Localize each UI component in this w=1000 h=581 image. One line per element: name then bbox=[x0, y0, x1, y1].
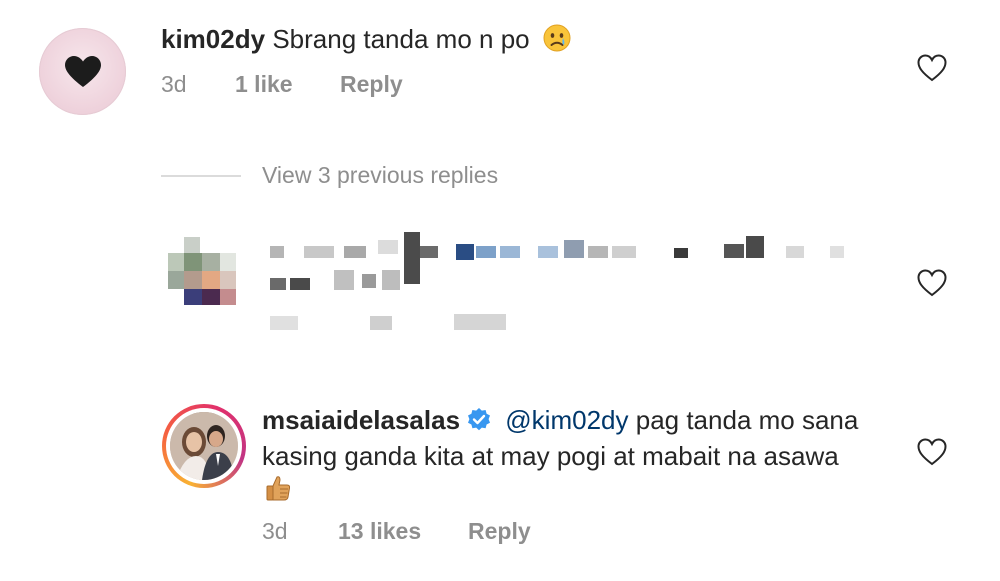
heart-outline-icon[interactable] bbox=[917, 438, 947, 471]
comment-likes[interactable]: 1 like bbox=[235, 71, 293, 98]
comment-username[interactable]: kim02dy bbox=[161, 24, 265, 54]
reply-time: 3d bbox=[262, 518, 288, 544]
comment-time: 3d bbox=[161, 71, 187, 97]
reply-username[interactable]: msaiaidelasalas bbox=[262, 405, 460, 435]
reply-line-1: msaiaidelasalas @kim02dy pag tanda mo sa… bbox=[262, 405, 858, 440]
heart-outline-icon[interactable] bbox=[917, 54, 947, 87]
thumbs-up-emoji bbox=[264, 474, 292, 507]
avatar-kim02dy[interactable] bbox=[39, 28, 126, 115]
view-previous-replies-button[interactable]: View 3 previous replies bbox=[262, 162, 498, 189]
comment-line: kim02dy Sbrang tanda mo n po bbox=[161, 24, 571, 59]
comment-meta: 3d bbox=[161, 71, 187, 98]
reply-text-line-1: pag tanda mo sana bbox=[635, 405, 859, 435]
comment-reply-button[interactable]: Reply bbox=[340, 71, 403, 98]
reply-reply-button[interactable]: Reply bbox=[468, 518, 531, 545]
black-heart-icon bbox=[65, 56, 101, 87]
replies-divider bbox=[161, 175, 241, 177]
redacted-avatar bbox=[168, 237, 238, 307]
crying-face-emoji bbox=[543, 24, 571, 59]
reply-text-line-2: kasing ganda kita at may pogi at mabait … bbox=[262, 441, 839, 471]
mention-link[interactable]: @kim02dy bbox=[505, 405, 628, 435]
heart-outline-icon[interactable] bbox=[917, 269, 947, 302]
avatar-msaiaidelasalas[interactable] bbox=[162, 404, 246, 488]
reply-meta: 3d bbox=[262, 518, 288, 545]
profile-photo bbox=[170, 412, 238, 480]
comment-text: Sbrang tanda mo n po bbox=[272, 24, 530, 54]
redacted-reply-text bbox=[268, 232, 848, 332]
reply-likes[interactable]: 13 likes bbox=[338, 518, 421, 545]
verified-badge-icon bbox=[466, 407, 492, 440]
